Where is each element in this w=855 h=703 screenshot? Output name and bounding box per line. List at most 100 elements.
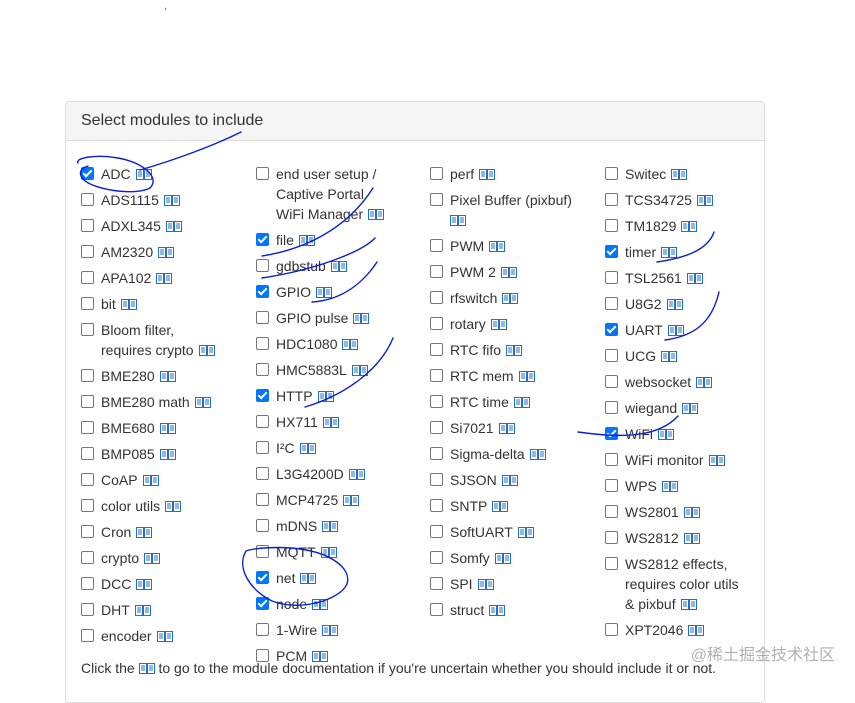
doc-icon[interactable]: [494, 549, 511, 569]
doc-icon[interactable]: [134, 601, 151, 621]
doc-icon[interactable]: [316, 283, 333, 303]
doc-icon[interactable]: [159, 419, 176, 439]
module-checkbox[interactable]: [430, 421, 443, 434]
module-checkbox[interactable]: [81, 629, 94, 642]
module-checkbox[interactable]: [430, 167, 443, 180]
doc-icon[interactable]: [506, 341, 523, 361]
doc-icon[interactable]: [661, 243, 678, 263]
module-checkbox[interactable]: [81, 395, 94, 408]
module-checkbox[interactable]: [430, 369, 443, 382]
doc-icon[interactable]: [163, 191, 180, 211]
doc-icon[interactable]: [498, 419, 515, 439]
module-checkbox[interactable]: [256, 493, 269, 506]
doc-icon[interactable]: [671, 165, 688, 185]
doc-icon[interactable]: [696, 373, 713, 393]
doc-icon[interactable]: [156, 627, 173, 647]
module-option[interactable]: SPI: [430, 574, 600, 595]
module-checkbox[interactable]: [430, 265, 443, 278]
module-option[interactable]: HDC1080: [256, 334, 426, 355]
module-checkbox[interactable]: [605, 557, 618, 570]
module-checkbox[interactable]: [256, 545, 269, 558]
module-option[interactable]: DCC: [81, 574, 251, 595]
module-checkbox[interactable]: [81, 193, 94, 206]
doc-icon[interactable]: [518, 367, 535, 387]
module-option[interactable]: MQTT: [256, 542, 426, 563]
module-checkbox[interactable]: [256, 415, 269, 428]
module-checkbox[interactable]: [256, 623, 269, 636]
module-checkbox[interactable]: [430, 317, 443, 330]
module-option[interactable]: WPS: [605, 476, 775, 497]
module-option[interactable]: gdbstub: [256, 256, 426, 277]
doc-icon[interactable]: [513, 393, 530, 413]
module-checkbox[interactable]: [81, 551, 94, 564]
module-checkbox[interactable]: [81, 297, 94, 310]
module-option[interactable]: ADS1115: [81, 190, 251, 211]
doc-icon[interactable]: [708, 451, 725, 471]
doc-icon[interactable]: [159, 445, 176, 465]
module-checkbox[interactable]: [430, 239, 443, 252]
module-checkbox[interactable]: [81, 245, 94, 258]
module-option[interactable]: Sigma-delta: [430, 444, 600, 465]
module-option[interactable]: Somfy: [430, 548, 600, 569]
module-checkbox[interactable]: [430, 577, 443, 590]
module-option[interactable]: I²C: [256, 438, 426, 459]
doc-icon[interactable]: [120, 295, 137, 315]
doc-icon[interactable]: [680, 595, 697, 615]
doc-icon[interactable]: [681, 217, 698, 237]
module-checkbox[interactable]: [605, 453, 618, 466]
doc-icon[interactable]: [322, 413, 339, 433]
module-option[interactable]: L3G4200D: [256, 464, 426, 485]
module-option[interactable]: RTC time: [430, 392, 600, 413]
module-option[interactable]: XPT2046: [605, 620, 775, 641]
doc-icon[interactable]: [683, 529, 700, 549]
module-checkbox[interactable]: [605, 219, 618, 232]
doc-icon[interactable]: [320, 543, 337, 563]
module-checkbox[interactable]: [256, 467, 269, 480]
module-option[interactable]: bit: [81, 294, 251, 315]
module-checkbox[interactable]: [256, 441, 269, 454]
module-option[interactable]: CoAP: [81, 470, 251, 491]
doc-icon[interactable]: [198, 341, 215, 361]
module-option[interactable]: BMP085: [81, 444, 251, 465]
doc-icon[interactable]: [342, 335, 359, 355]
doc-icon[interactable]: [661, 477, 678, 497]
doc-icon[interactable]: [667, 321, 684, 341]
module-checkbox[interactable]: [81, 525, 94, 538]
module-checkbox[interactable]: [256, 337, 269, 350]
module-option[interactable]: UCG: [605, 346, 775, 367]
module-option[interactable]: wiegand: [605, 398, 775, 419]
module-option[interactable]: SNTP: [430, 496, 600, 517]
module-option[interactable]: SoftUART: [430, 522, 600, 543]
module-option[interactable]: DHT: [81, 600, 251, 621]
module-option[interactable]: rotary: [430, 314, 600, 335]
module-option[interactable]: TCS34725: [605, 190, 775, 211]
module-option[interactable]: websocket: [605, 372, 775, 393]
doc-icon[interactable]: [450, 211, 466, 231]
module-option[interactable]: struct: [430, 600, 600, 621]
doc-icon[interactable]: [299, 439, 316, 459]
doc-icon[interactable]: [489, 601, 506, 621]
doc-icon[interactable]: [351, 361, 368, 381]
doc-icon[interactable]: [322, 517, 339, 537]
doc-icon[interactable]: [353, 309, 370, 329]
doc-icon[interactable]: [330, 257, 347, 277]
doc-icon[interactable]: [492, 497, 509, 517]
doc-icon[interactable]: [348, 465, 365, 485]
doc-icon[interactable]: [688, 621, 705, 641]
doc-icon[interactable]: [158, 243, 175, 263]
module-checkbox[interactable]: [430, 525, 443, 538]
module-option[interactable]: crypto: [81, 548, 251, 569]
module-checkbox[interactable]: [605, 297, 618, 310]
module-option[interactable]: SJSON: [430, 470, 600, 491]
module-option[interactable]: rfswitch: [430, 288, 600, 309]
module-option[interactable]: end user setup / Captive Portal WiFi Manag…: [256, 164, 426, 225]
module-checkbox[interactable]: [256, 259, 269, 272]
module-option[interactable]: MCP4725: [256, 490, 426, 511]
module-checkbox[interactable]: [605, 271, 618, 284]
doc-icon[interactable]: [696, 191, 713, 211]
module-option[interactable]: WiFi: [605, 424, 775, 445]
doc-icon[interactable]: [502, 289, 519, 309]
module-checkbox[interactable]: [81, 369, 94, 382]
module-checkbox[interactable]: [430, 603, 443, 616]
module-checkbox[interactable]: [256, 519, 269, 532]
